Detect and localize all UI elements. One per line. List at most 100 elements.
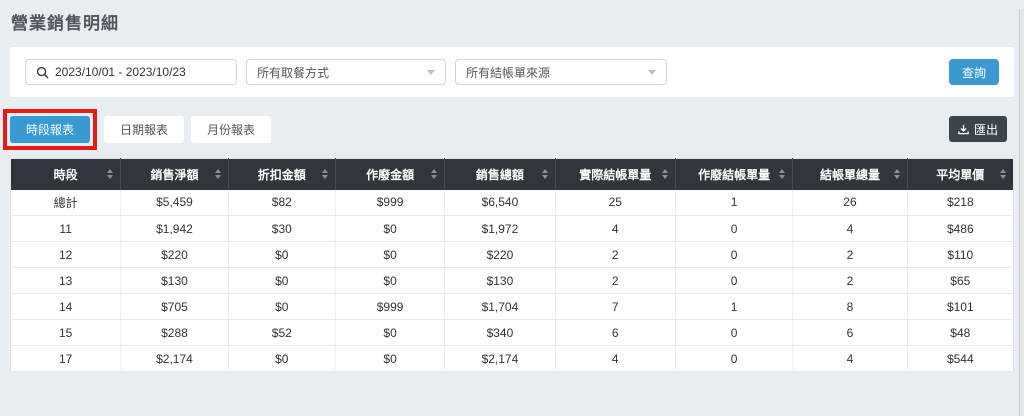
- tab-date-report[interactable]: 日期報表: [104, 116, 184, 143]
- table-row: 11$1,942$30$0$1,972404$486: [11, 216, 1014, 242]
- table-cell: 4: [793, 346, 907, 372]
- table-cell: 0: [675, 242, 792, 268]
- column-header[interactable]: 時段: [11, 159, 121, 190]
- export-button[interactable]: 匯出: [949, 116, 1007, 142]
- date-range-input[interactable]: 2023/10/01 - 2023/10/23: [25, 59, 237, 85]
- table-cell: 2: [555, 268, 675, 294]
- table-cell: $486: [907, 216, 1013, 242]
- table-cell: $999: [335, 294, 444, 320]
- column-header-label: 實際結帳單量: [579, 168, 651, 182]
- sort-icon[interactable]: [215, 169, 221, 179]
- table-cell: $0: [228, 268, 335, 294]
- scrollbar[interactable]: [1019, 9, 1024, 416]
- table-body: 總計$5,459$82$999$6,54025126$21811$1,942$3…: [11, 190, 1014, 372]
- table-cell: $218: [907, 190, 1013, 216]
- table-cell: $48: [907, 320, 1013, 346]
- table-cell: $1,704: [445, 294, 555, 320]
- sort-icon[interactable]: [894, 169, 900, 179]
- pickup-method-value: 所有取餐方式: [257, 64, 329, 81]
- table-cell: 2: [793, 242, 907, 268]
- table-cell: 6: [555, 320, 675, 346]
- sort-icon[interactable]: [542, 169, 548, 179]
- table-cell: 0: [675, 268, 792, 294]
- table-cell: $5,459: [121, 190, 228, 216]
- column-header[interactable]: 銷售淨額: [121, 159, 228, 190]
- table-cell: $220: [121, 242, 228, 268]
- table-cell: 11: [11, 216, 121, 242]
- table-cell: $0: [228, 294, 335, 320]
- sort-icon[interactable]: [431, 169, 437, 179]
- pickup-method-select[interactable]: 所有取餐方式: [246, 59, 446, 85]
- query-button[interactable]: 查詢: [949, 59, 999, 85]
- table-cell: 7: [555, 294, 675, 320]
- table-cell: $288: [121, 320, 228, 346]
- sort-icon[interactable]: [662, 169, 668, 179]
- table-cell: 8: [793, 294, 907, 320]
- table-cell: $110: [907, 242, 1013, 268]
- table-cell: 4: [555, 346, 675, 372]
- receipt-source-select[interactable]: 所有結帳單來源: [455, 59, 667, 85]
- column-header[interactable]: 折扣金額: [228, 159, 335, 190]
- table-cell: $52: [228, 320, 335, 346]
- table-cell: $220: [445, 242, 555, 268]
- tab-period-report[interactable]: 時段報表: [10, 116, 90, 143]
- table-cell: 1: [675, 190, 792, 216]
- column-header[interactable]: 平均單價: [907, 159, 1013, 190]
- chevron-down-icon: [427, 70, 435, 75]
- download-icon: [958, 124, 969, 135]
- table-cell: 15: [11, 320, 121, 346]
- table-cell: 26: [793, 190, 907, 216]
- sort-icon[interactable]: [107, 169, 113, 179]
- table-cell: 12: [11, 242, 121, 268]
- table-cell: $544: [907, 346, 1013, 372]
- sort-icon[interactable]: [1000, 169, 1006, 179]
- column-header-label: 結帳單總量: [820, 168, 880, 182]
- chevron-down-icon: [648, 70, 656, 75]
- table-cell: 0: [675, 346, 792, 372]
- table-header-row: 時段 銷售淨額 折扣金額 作廢金額 銷售總額 實際結帳單量 作廢結帳單量 結帳單總量 平均單價: [11, 159, 1014, 190]
- table-cell: $0: [335, 242, 444, 268]
- table-cell: $1,942: [121, 216, 228, 242]
- filter-bar: 2023/10/01 - 2023/10/23 所有取餐方式 所有結帳單來源 查…: [10, 47, 1014, 97]
- table-cell: 6: [793, 320, 907, 346]
- tab-month-report[interactable]: 月份報表: [191, 116, 271, 143]
- table-cell: $340: [445, 320, 555, 346]
- table-cell: 13: [11, 268, 121, 294]
- table-cell: $0: [335, 346, 444, 372]
- column-header[interactable]: 銷售總額: [445, 159, 555, 190]
- column-header[interactable]: 作廢金額: [335, 159, 444, 190]
- table-cell: 0: [675, 216, 792, 242]
- search-icon: [36, 66, 49, 79]
- table-cell: $1,972: [445, 216, 555, 242]
- date-range-value: 2023/10/01 - 2023/10/23: [55, 65, 186, 79]
- table-cell: $0: [228, 242, 335, 268]
- column-header-label: 作廢金額: [366, 168, 414, 182]
- column-header-label: 銷售淨額: [150, 168, 198, 182]
- column-header[interactable]: 結帳單總量: [793, 159, 907, 190]
- table-cell: $0: [228, 346, 335, 372]
- sales-report-table: 時段銷售淨額折扣金額作廢金額銷售總額實際結帳單量作廢結帳單量結帳單總量平均單價 …: [10, 158, 1014, 372]
- table-cell: 0: [675, 320, 792, 346]
- annotation-highlight: 時段報表: [3, 109, 97, 150]
- column-header[interactable]: 實際結帳單量: [555, 159, 675, 190]
- table-row: 13$130$0$0$130202$65: [11, 268, 1014, 294]
- table-cell: 4: [793, 216, 907, 242]
- table-cell: 總計: [11, 190, 121, 216]
- export-label: 匯出: [974, 121, 998, 138]
- column-header[interactable]: 作廢結帳單量: [675, 159, 792, 190]
- table-cell: $6,540: [445, 190, 555, 216]
- column-header-label: 銷售總額: [476, 168, 524, 182]
- table-cell: 1: [675, 294, 792, 320]
- table-cell: $130: [121, 268, 228, 294]
- table-cell: $999: [335, 190, 444, 216]
- table-cell: $65: [907, 268, 1013, 294]
- page-title: 營業銷售明細: [11, 9, 1024, 34]
- table-row: 17$2,174$0$0$2,174404$544: [11, 346, 1014, 372]
- sort-icon[interactable]: [322, 169, 328, 179]
- tabs-row: 時段報表 日期報表 月份報表 匯出: [10, 107, 1014, 151]
- table-cell: $82: [228, 190, 335, 216]
- column-header-label: 時段: [54, 168, 78, 182]
- sort-icon[interactable]: [779, 169, 785, 179]
- table-cell: $130: [445, 268, 555, 294]
- table-row: 15$288$52$0$340606$48: [11, 320, 1014, 346]
